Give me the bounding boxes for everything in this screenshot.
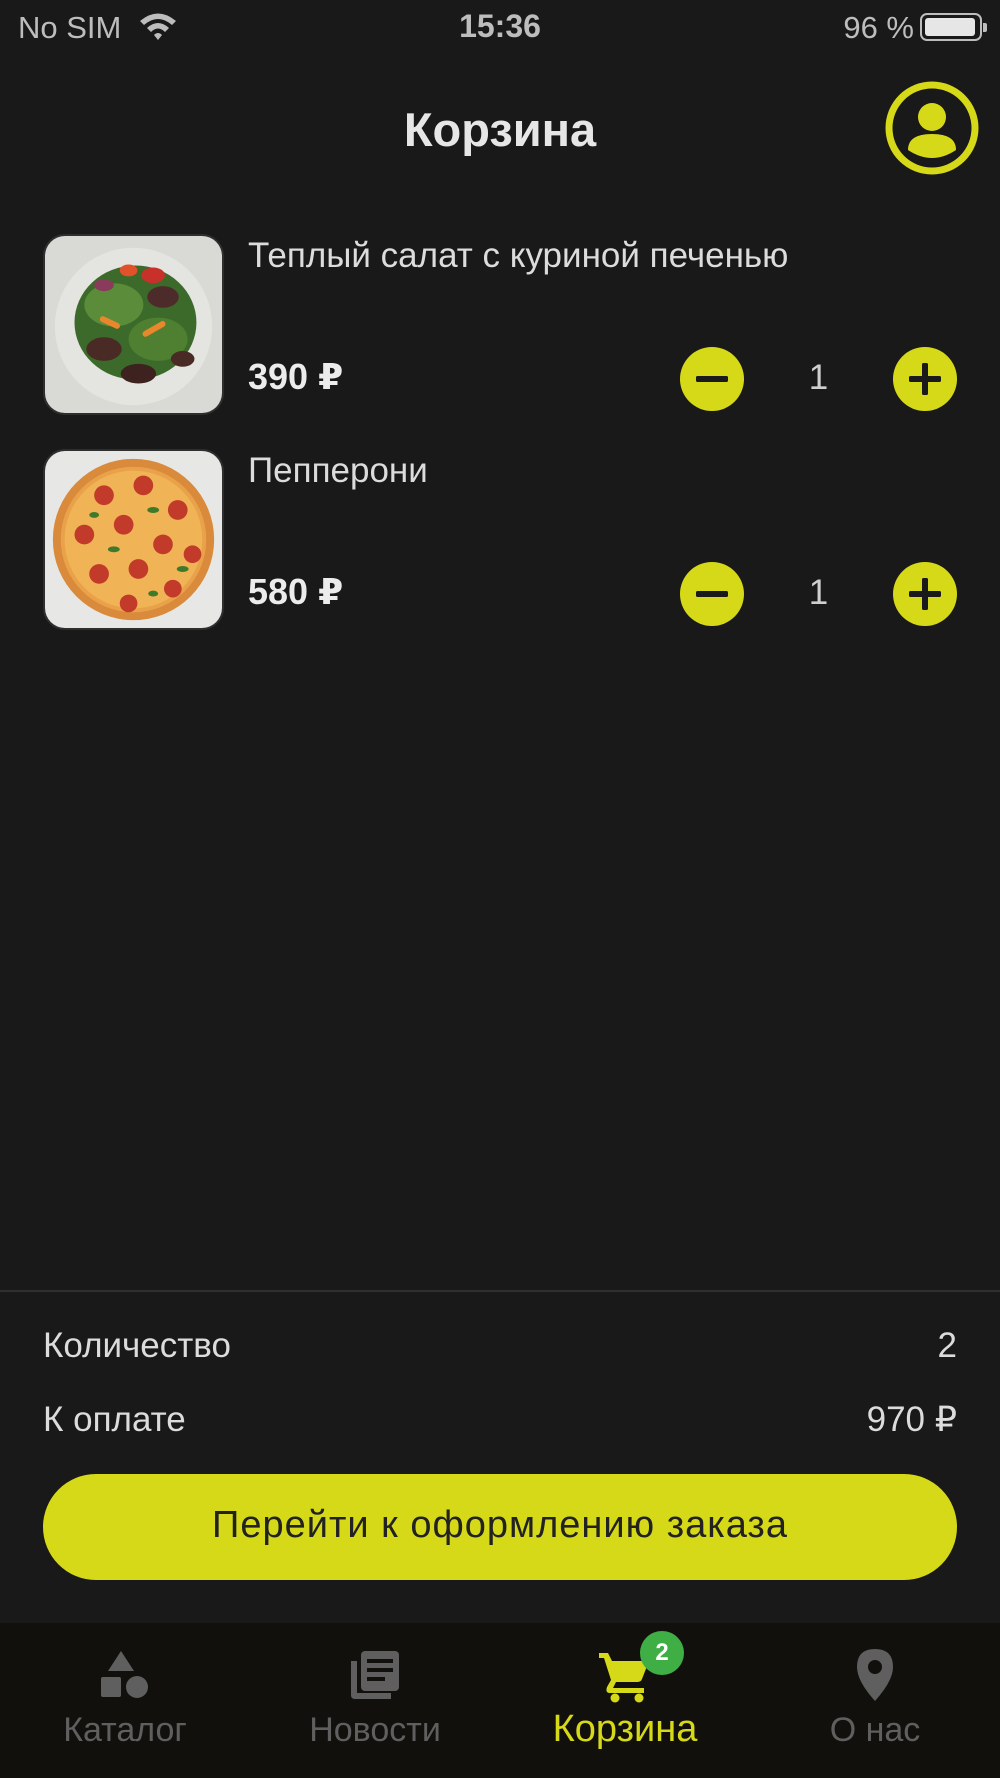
item-name: Теплый салат с куриной печенью: [248, 236, 789, 275]
battery-icon: [920, 13, 987, 41]
tab-label: О нас: [829, 1711, 921, 1749]
item-quantity: 1: [808, 358, 829, 397]
user-circle-icon: [885, 81, 979, 175]
tab-label: Новости: [309, 1711, 441, 1749]
checkout-button[interactable]: Перейти к оформлению заказа: [43, 1474, 957, 1580]
tab-cart[interactable]: 2 Корзина: [500, 1623, 750, 1778]
tab-about[interactable]: О нас: [750, 1623, 1000, 1778]
summary-divider: [0, 1290, 1000, 1292]
plus-icon: [909, 363, 941, 395]
decrease-quantity-button[interactable]: [680, 347, 744, 411]
warm-salad-photo: [43, 234, 224, 415]
summary-count-row: Количество 2: [43, 1326, 957, 1370]
checkout-button-label: Перейти к оформлению заказа: [212, 1504, 788, 1546]
cart-item: Теплый салат с куриной печенью 390 ₽ 1: [0, 234, 1000, 418]
summary-total-label: К оплате: [43, 1400, 186, 1439]
cart-count-badge: 2: [640, 1631, 684, 1675]
increase-quantity-button[interactable]: [893, 347, 957, 411]
news-icon: [351, 1651, 399, 1699]
tab-catalog[interactable]: Каталог: [0, 1623, 250, 1778]
minus-icon: [696, 591, 728, 597]
cart-screen: No SIM 15:36 96 % Корзина Теплый салат с…: [0, 0, 1000, 1778]
item-name: Пепперони: [248, 451, 428, 490]
increase-quantity-button[interactable]: [893, 562, 957, 626]
header: Корзина: [0, 80, 1000, 180]
summary-total-value: 970 ₽: [866, 1400, 957, 1439]
tab-news[interactable]: Новости: [250, 1623, 500, 1778]
minus-icon: [696, 376, 728, 382]
location-pin-icon: [857, 1649, 893, 1701]
tab-bar: Каталог Новости 2 Корзина О нас: [0, 1623, 1000, 1778]
shapes-icon: [101, 1651, 148, 1698]
item-price: 580 ₽: [248, 571, 344, 612]
battery-percent-label: 96 %: [843, 10, 914, 45]
page-title: Корзина: [403, 103, 597, 156]
decrease-quantity-button[interactable]: [680, 562, 744, 626]
item-price: 390 ₽: [248, 356, 344, 397]
summary-count-value: 2: [937, 1326, 957, 1365]
item-quantity: 1: [808, 573, 829, 612]
summary-count-label: Количество: [43, 1326, 231, 1365]
plus-icon: [909, 578, 941, 610]
pepperoni-pizza-photo: [43, 449, 224, 630]
status-bar: No SIM 15:36 96 %: [0, 0, 1000, 56]
profile-button[interactable]: [884, 80, 980, 176]
tab-label: Каталог: [63, 1711, 187, 1749]
cart-item: Пепперони 580 ₽ 1: [0, 449, 1000, 633]
tab-label: Корзина: [552, 1708, 698, 1750]
summary-total-row: К оплате 970 ₽: [43, 1400, 957, 1444]
